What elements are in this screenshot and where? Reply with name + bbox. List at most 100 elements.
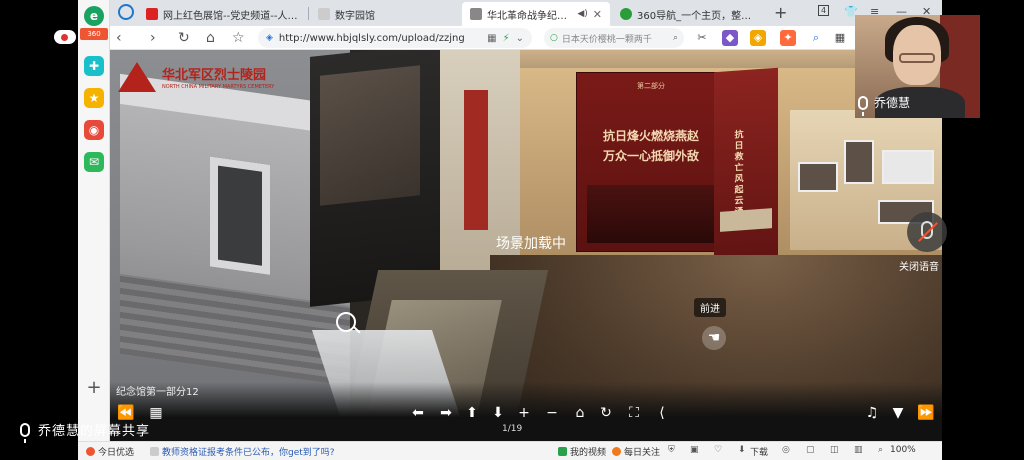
video-icon — [558, 447, 567, 456]
search-box[interactable]: ○ 日本天价樱桃一颗两千 ⌕ — [544, 28, 684, 48]
tab-title: 网上红色展馆--党史频道--人民网 — [163, 10, 298, 22]
collapse-menu-icon[interactable]: ▼ — [888, 402, 908, 424]
tab-title: 360导航_一个主页，整个世界 — [637, 10, 760, 22]
compass-icon[interactable] — [118, 4, 134, 20]
heart-icon — [86, 447, 95, 456]
close-tab-icon[interactable]: ✕ — [593, 8, 602, 21]
vertical-banner: 抗日救亡 风起云涌 — [714, 67, 778, 263]
hand-pointer-icon[interactable]: ☚ — [702, 326, 726, 350]
browser-badge: 360 — [80, 28, 108, 40]
dropdown-chevron-icon[interactable]: ⌄ — [516, 33, 524, 44]
my-video-link[interactable]: 我的视频 — [558, 445, 606, 458]
bookmark-star-icon[interactable]: ☆ — [232, 30, 245, 46]
tab-360-nav[interactable]: 360导航_一个主页，整个世界 — [612, 2, 768, 26]
tab-north-china-museum[interactable]: 华北革命战争纪念馆 ◀) ✕ — [462, 2, 610, 26]
address-bar[interactable]: ◈ http://www.hbjqlsly.com/upload/zzjng ▦… — [258, 28, 532, 48]
building-window — [210, 156, 270, 275]
webcam-name-label: 乔德慧 — [858, 94, 911, 116]
zoom-level[interactable]: 100% — [890, 445, 916, 455]
tab-divider — [308, 7, 309, 20]
auto-rotate-icon[interactable]: ↻ — [596, 402, 616, 424]
zoom-search-icon[interactable]: ⌕ — [808, 30, 824, 46]
translate-icon[interactable]: ✚ — [84, 56, 104, 76]
speaker-icon[interactable]: ◀) — [577, 9, 587, 19]
scene-label: 纪念馆第一部分12 — [116, 387, 199, 398]
tab-favicon-icon — [620, 8, 632, 20]
site-info-icon[interactable]: ◈ — [266, 33, 273, 43]
game-icon[interactable]: ✦ — [780, 30, 796, 46]
logo-subtitle: NORTH CHINA MILITARY MARTYRS CEMETERY — [162, 84, 275, 90]
share-icon[interactable]: ⟨ — [652, 402, 672, 424]
sound-icon[interactable]: ◎ — [782, 445, 790, 455]
search-placeholder: 日本天价樱桃一颗两千 — [561, 34, 652, 45]
zoom-status-icon[interactable]: ⌕ — [878, 445, 883, 455]
tab-digital-museum[interactable]: 数字园馆 — [310, 2, 460, 26]
vertical-banner-text: 抗日救亡 风起云涌 — [734, 130, 744, 218]
zoom-in-icon[interactable]: + — [514, 402, 534, 424]
red-column — [464, 90, 488, 230]
fullscreen-icon[interactable]: ⛶ — [624, 402, 644, 424]
tab-count-badge[interactable]: 4 — [818, 5, 830, 16]
tab-title: 华北革命战争纪念馆 — [487, 10, 573, 22]
magnifier-icon[interactable] — [336, 312, 356, 332]
extension-purple-icon[interactable]: ◆ — [722, 30, 738, 46]
banner-photos — [720, 208, 772, 232]
qr-icon[interactable]: ▦ — [487, 33, 496, 44]
shield-status-icon[interactable]: ⛨ — [668, 445, 675, 455]
favorites-star-icon[interactable]: ★ — [84, 88, 104, 108]
tab-red-exhibition[interactable]: 网上红色展馆--党史频道--人民网 — [138, 2, 306, 26]
banner-image — [587, 185, 717, 243]
speed-mode-icon[interactable]: ⚡ — [503, 33, 510, 44]
arrow-down-icon[interactable]: ⬇ — [488, 402, 508, 424]
new-tab-icon[interactable]: + — [774, 3, 787, 22]
wall-photo — [844, 140, 874, 184]
split-view-icon[interactable]: ◫ — [830, 445, 839, 455]
forward-icon[interactable]: › — [150, 30, 156, 46]
panorama-viewport[interactable]: 第二部分 抗日烽火燃烧燕赵 万众一心抵御外敌 抗日救亡 风起云涌 华北军区烈士陵… — [110, 50, 942, 441]
today-picks[interactable]: 今日优选 — [86, 445, 134, 458]
page-indicator: 1/19 — [502, 424, 523, 434]
heart-outline-icon[interactable]: ♡ — [714, 445, 722, 455]
back-icon[interactable]: ‹ — [116, 30, 122, 46]
banner-line-1: 抗日烽火燃烧燕赵 — [602, 129, 699, 143]
mute-label: 关闭语音 — [899, 262, 939, 273]
museum-logo: 华北军区烈士陵园 NORTH CHINA MILITARY MARTYRS CE… — [118, 62, 274, 92]
microphone-icon — [20, 422, 30, 443]
screen-share-text: 乔德慧的屏幕共享 — [38, 424, 151, 439]
banner-part-label: 第二部分 — [637, 82, 665, 90]
refresh-icon[interactable]: ↻ — [178, 30, 190, 46]
screenshot-icon[interactable]: ▣ — [690, 445, 699, 455]
window-icon[interactable]: ▢ — [806, 445, 815, 455]
shield-icon[interactable]: ◈ — [750, 30, 766, 46]
sidebar-toggle-icon[interactable]: ▥ — [854, 445, 863, 455]
monument-logo-icon — [118, 62, 156, 92]
tab-favicon-icon — [318, 8, 330, 20]
download-icon[interactable]: ⬇ — [738, 445, 746, 455]
music-icon[interactable]: ♫ — [862, 402, 882, 424]
daily-focus-link[interactable]: 每日关注 — [612, 445, 660, 458]
mail-icon[interactable]: ✉ — [84, 152, 104, 172]
fast-forward-icon[interactable]: ⏩ — [916, 402, 936, 424]
webcam-name: 乔德慧 — [874, 96, 911, 110]
search-icon[interactable]: ⌕ — [673, 33, 678, 43]
news-icon — [150, 447, 159, 456]
scissors-icon[interactable]: ✂ — [694, 30, 710, 46]
exhibit-banner: 第二部分 抗日烽火燃烧燕赵 万众一心抵御外敌 — [576, 72, 726, 252]
mute-button[interactable] — [907, 212, 947, 252]
download-link[interactable]: 下载 — [750, 445, 768, 458]
apps-grid-icon[interactable]: ▦ — [832, 30, 848, 46]
wall-photo — [882, 150, 934, 184]
news-link[interactable]: 教师资格证报考条件已公布，你get到了吗? — [150, 445, 335, 458]
add-sidebar-item-icon[interactable]: + — [84, 378, 104, 398]
arrow-right-icon[interactable]: ➡ — [436, 402, 456, 424]
home-view-icon[interactable]: ⌂ — [570, 402, 590, 424]
arrow-left-icon[interactable]: ⬅ — [408, 402, 428, 424]
weibo-icon[interactable]: ◉ — [84, 120, 104, 140]
zoom-out-icon[interactable]: − — [542, 402, 562, 424]
search-engine-icon[interactable]: ○ — [550, 33, 558, 43]
tab-strip: 网上红色展馆--党史频道--人民网 数字园馆 华北革命战争纪念馆 ◀) ✕ 36… — [110, 0, 942, 26]
browser-logo-icon[interactable]: e — [84, 6, 104, 26]
home-icon[interactable]: ⌂ — [206, 30, 215, 46]
arrow-up-icon[interactable]: ⬆ — [462, 402, 482, 424]
tab-favicon-icon — [470, 8, 482, 20]
